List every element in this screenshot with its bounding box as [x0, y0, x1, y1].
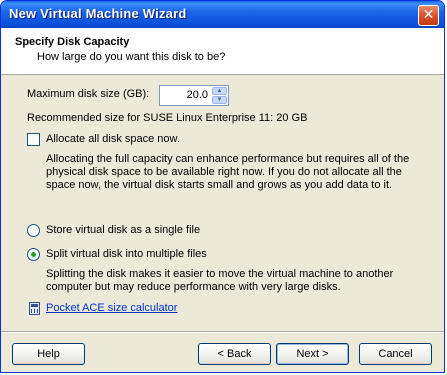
- multiple-files-label[interactable]: Split virtual disk into multiple files: [46, 248, 207, 260]
- multiple-files-radio[interactable]: [27, 248, 40, 261]
- pocket-ace-calculator-link[interactable]: Pocket ACE size calculator: [46, 302, 177, 314]
- allocate-description: Allocating the full capacity can enhance…: [46, 153, 441, 192]
- calculator-icon: [29, 302, 40, 315]
- arrow-up-icon: ▲: [216, 88, 223, 94]
- footer-divider: [1, 331, 444, 333]
- wizard-content: Maximum disk size (GB): 20.0 ▲ ▼ Recomme…: [1, 76, 444, 326]
- back-button[interactable]: < Back: [198, 343, 271, 365]
- single-file-label[interactable]: Store virtual disk as a single file: [46, 224, 200, 236]
- radio-selected-dot: [31, 252, 36, 257]
- allocate-description-line: space now, the virtual disk starts small…: [46, 179, 393, 191]
- page-title: Specify Disk Capacity: [15, 36, 130, 48]
- disk-size-label: Maximum disk size (GB):: [27, 88, 150, 100]
- single-file-radio[interactable]: [27, 224, 40, 237]
- page-subtitle: How large do you want this disk to be?: [37, 51, 226, 63]
- split-description-line: Splitting the disk makes it easier to mo…: [46, 268, 394, 280]
- window-title: New Virtual Machine Wizard: [9, 6, 187, 21]
- recommended-size-text: Recommended size for SUSE Linux Enterpri…: [27, 112, 308, 124]
- disk-size-value[interactable]: 20.0: [187, 89, 208, 101]
- allocate-checkbox[interactable]: [27, 133, 40, 146]
- allocate-description-line: physical disk space to be available righ…: [46, 166, 402, 178]
- split-description: Splitting the disk makes it easier to mo…: [46, 268, 441, 294]
- close-icon: ✕: [422, 7, 435, 23]
- spin-up-button[interactable]: ▲: [212, 87, 227, 95]
- arrow-down-icon: ▼: [216, 97, 223, 103]
- help-button[interactable]: Help: [12, 343, 85, 365]
- wizard-window: New Virtual Machine Wizard ✕ Specify Dis…: [0, 0, 445, 373]
- allocate-label[interactable]: Allocate all disk space now.: [46, 133, 180, 145]
- split-description-line: computer but may reduce performance with…: [46, 281, 341, 293]
- spin-down-button[interactable]: ▼: [212, 96, 227, 104]
- close-button[interactable]: ✕: [418, 5, 439, 26]
- disk-size-spinner[interactable]: 20.0 ▲ ▼: [159, 85, 229, 106]
- spinner-buttons: ▲ ▼: [212, 87, 227, 104]
- next-button[interactable]: Next >: [276, 343, 349, 365]
- wizard-header: Specify Disk Capacity How large do you w…: [1, 28, 444, 75]
- cancel-button[interactable]: Cancel: [359, 343, 432, 365]
- allocate-description-line: Allocating the full capacity can enhance…: [46, 153, 410, 165]
- title-bar[interactable]: New Virtual Machine Wizard ✕: [1, 1, 444, 28]
